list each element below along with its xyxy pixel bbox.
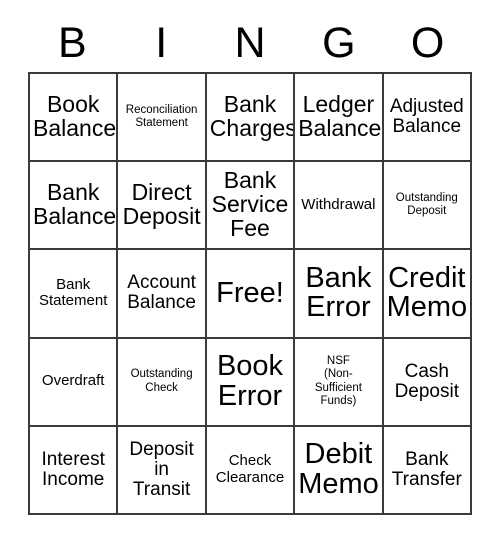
- bingo-cell-label: Outstanding Check: [130, 368, 193, 394]
- bingo-cell[interactable]: Deposit in Transit: [118, 426, 207, 515]
- bingo-card: B I N G O Book Balance Reconciliation Stateme…: [0, 0, 500, 544]
- bingo-cell[interactable]: Check Clearance: [206, 426, 296, 515]
- bingo-cell[interactable]: Cash Deposit: [383, 338, 472, 427]
- bingo-cell[interactable]: Reconciliation Statement: [118, 74, 207, 163]
- bingo-cell[interactable]: Bank Transfer: [383, 426, 472, 515]
- bingo-cell[interactable]: Book Error: [206, 338, 296, 427]
- bingo-cell-label: Reconciliation Statement: [125, 103, 198, 130]
- bingo-cell-label: Bank Transfer: [391, 448, 462, 490]
- bingo-cell[interactable]: Overdraft: [30, 338, 119, 427]
- bingo-header-letter-o: O: [410, 18, 445, 67]
- bingo-cell-label: Outstanding Deposit: [395, 191, 458, 218]
- bingo-cell[interactable]: Outstanding Deposit: [383, 162, 472, 251]
- bingo-header-letter-g: G: [322, 18, 356, 67]
- bingo-cell[interactable]: Direct Deposit: [118, 162, 207, 251]
- bingo-cell[interactable]: Credit Memo: [383, 250, 472, 339]
- bingo-cell[interactable]: Bank Statement: [30, 250, 119, 339]
- bingo-cell-label: Ledger Balance: [298, 91, 382, 142]
- bingo-cell-label: Free!: [216, 276, 284, 309]
- bingo-header-row: BINGO: [28, 14, 472, 72]
- bingo-cell-label: Interest Income: [41, 448, 105, 490]
- bingo-cell[interactable]: Bank Balance: [30, 162, 119, 251]
- bingo-cell[interactable]: Adjusted Balance: [383, 74, 472, 163]
- bingo-cell-label: Check Clearance: [215, 452, 285, 486]
- bingo-cell-label: Adjusted Balance: [389, 95, 464, 138]
- bingo-cell-label: Book Error: [216, 350, 284, 412]
- bingo-cell-label: Withdrawal: [301, 195, 376, 213]
- bingo-cell-label: Bank Charges: [209, 91, 296, 142]
- bingo-cell-label: Deposit in Transit: [129, 438, 194, 500]
- bingo-cell[interactable]: Account Balance: [118, 250, 207, 339]
- bingo-cell[interactable]: Bank Charges: [206, 74, 296, 163]
- bingo-cell[interactable]: Book Balance: [30, 74, 119, 163]
- bingo-cell-label: Book Balance: [33, 91, 117, 142]
- bingo-cell[interactable]: Withdrawal: [295, 162, 384, 251]
- bingo-cell[interactable]: Ledger Balance: [295, 74, 384, 163]
- bingo-cell-label: Bank Statement: [39, 275, 108, 310]
- bingo-cell-label: Credit Memo: [386, 261, 468, 324]
- bingo-cell-label: Overdraft: [41, 372, 105, 390]
- bingo-cell[interactable]: Outstanding Check: [118, 338, 207, 427]
- bingo-grid: Book Balance Reconciliation Statement Bank…: [28, 72, 472, 515]
- bingo-cell-label: NSF (Non- Sufficient Funds): [314, 354, 362, 408]
- bingo-header-letter-b: B: [58, 18, 87, 67]
- bingo-cell-label: Debit Memo: [298, 438, 379, 500]
- bingo-cell[interactable]: Interest Income: [30, 426, 119, 515]
- bingo-free-cell[interactable]: Free!: [206, 250, 296, 339]
- bingo-cell[interactable]: Debit Memo: [295, 426, 384, 515]
- bingo-cell[interactable]: Bank Service Fee: [206, 162, 296, 251]
- bingo-cell-label: Bank Error: [305, 261, 372, 324]
- bingo-header-letter-i: I: [155, 18, 168, 67]
- bingo-cell[interactable]: Bank Error: [295, 250, 384, 339]
- bingo-cell-label: Bank Service Fee: [211, 167, 289, 242]
- bingo-header-letter-n: N: [234, 18, 266, 67]
- bingo-cell-label: Bank Balance: [33, 179, 117, 230]
- bingo-cell-label: Cash Deposit: [394, 360, 459, 402]
- bingo-cell-label: Direct Deposit: [122, 179, 201, 230]
- bingo-cell-label: Account Balance: [127, 272, 196, 314]
- bingo-cell[interactable]: NSF (Non- Sufficient Funds): [295, 338, 384, 427]
